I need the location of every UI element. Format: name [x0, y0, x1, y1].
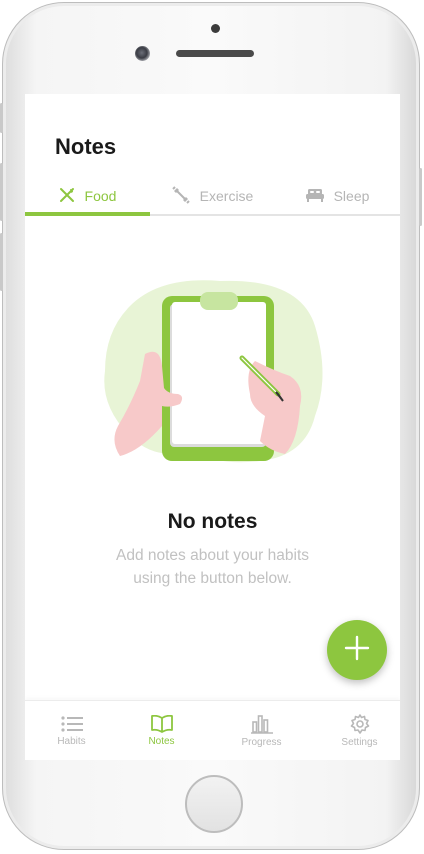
- empty-state-line-1: Add notes about your habits: [115, 547, 310, 564]
- tab-food[interactable]: Food: [25, 178, 150, 214]
- empty-state-line-2: using the button below.: [133, 570, 292, 587]
- proximity-sensor: [211, 24, 220, 33]
- front-camera: [135, 46, 150, 61]
- page-title: Notes: [55, 134, 117, 159]
- add-note-button[interactable]: [327, 620, 387, 680]
- fork-knife-icon: [59, 187, 75, 206]
- gear-icon: [350, 714, 370, 734]
- nav-label-notes: Notes: [148, 736, 175, 747]
- home-button[interactable]: [185, 775, 243, 833]
- tab-food-label: Food: [84, 188, 117, 204]
- empty-state-title: No notes: [167, 510, 258, 533]
- list-icon: [60, 715, 83, 733]
- nav-label-habits: Habits: [57, 736, 86, 747]
- app-screen: Notes Food Exercise Sleep No notes Add n…: [25, 94, 400, 760]
- earpiece-speaker: [176, 50, 254, 57]
- empty-notes-illustration: [100, 276, 330, 476]
- active-tab-indicator: [25, 212, 150, 216]
- volume-up-button: [0, 163, 3, 221]
- dumbbell-icon: [171, 185, 190, 207]
- empty-state-message: Add notes about your habits using the bu…: [25, 544, 400, 590]
- nav-label-settings: Settings: [341, 737, 378, 748]
- nav-item-habits[interactable]: Habits: [25, 701, 118, 760]
- nav-item-progress[interactable]: Progress: [215, 701, 308, 760]
- bed-icon: [305, 188, 324, 205]
- book-icon: [150, 715, 174, 733]
- bar-chart-icon: [250, 714, 273, 734]
- bottom-navigation: Habits Notes Progress Settings: [25, 700, 400, 760]
- volume-down-button: [0, 233, 3, 291]
- tab-sleep-label: Sleep: [333, 188, 370, 204]
- mute-switch: [0, 103, 3, 133]
- power-button: [419, 168, 422, 226]
- plus-icon: [344, 635, 370, 665]
- category-tabs: Food Exercise Sleep: [25, 178, 400, 216]
- tab-exercise-label: Exercise: [199, 188, 254, 204]
- nav-label-progress: Progress: [241, 737, 282, 748]
- tab-sleep[interactable]: Sleep: [275, 178, 400, 214]
- nav-item-settings[interactable]: Settings: [313, 701, 400, 760]
- nav-item-notes[interactable]: Notes: [115, 701, 208, 760]
- tab-exercise[interactable]: Exercise: [150, 178, 275, 214]
